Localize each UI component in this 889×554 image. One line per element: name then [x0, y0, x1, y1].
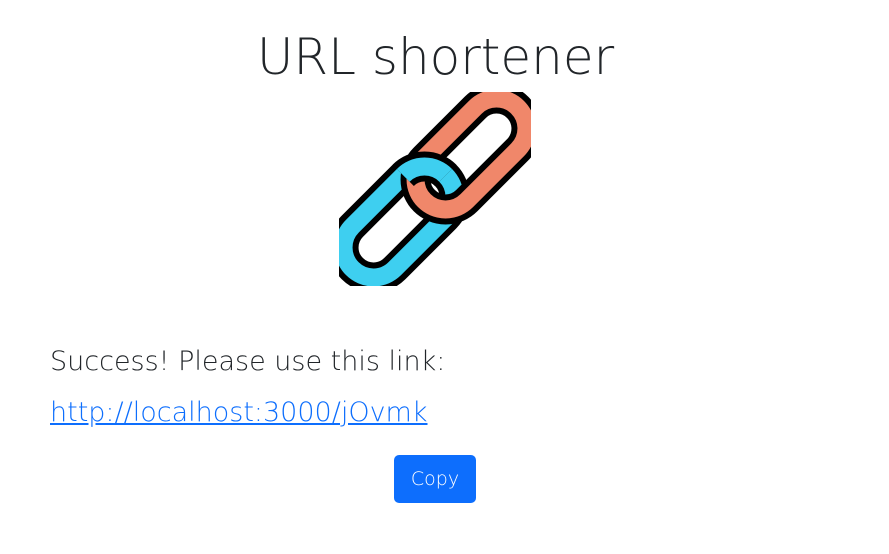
success-message: Success! Please use this link: — [50, 346, 446, 377]
copy-button[interactable]: Copy — [394, 455, 476, 503]
page-title: URL shortener — [256, 28, 615, 86]
chain-link-icon — [328, 83, 542, 293]
short-url-link[interactable]: http://localhost:3000/jOvmk — [50, 393, 428, 433]
